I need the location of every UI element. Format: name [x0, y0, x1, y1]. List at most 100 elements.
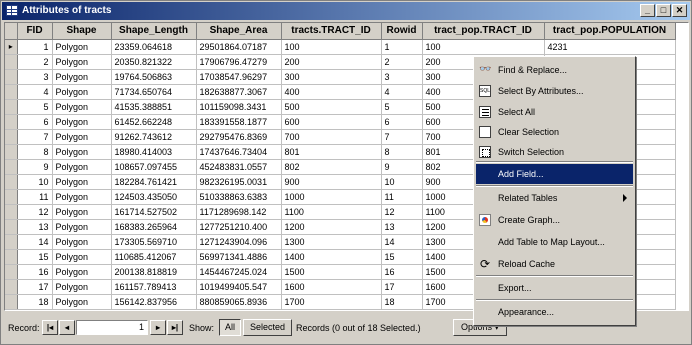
first-record-button[interactable]: |◂: [42, 320, 58, 335]
table-cell[interactable]: Polygon: [52, 249, 112, 265]
table-cell[interactable]: 801: [281, 144, 382, 160]
table-cell[interactable]: 161157.789413: [111, 279, 197, 295]
table-cell[interactable]: 41535.388851: [111, 99, 197, 115]
table-cell[interactable]: 900: [281, 174, 382, 190]
table-cell[interactable]: 3: [381, 69, 423, 85]
menu-item-create-graph[interactable]: Create Graph...: [476, 210, 633, 230]
table-cell[interactable]: 292795476.8369: [196, 129, 282, 145]
table-cell[interactable]: 161714.527502: [111, 204, 197, 220]
row-selector[interactable]: [5, 144, 18, 160]
table-cell[interactable]: 880859065.8936: [196, 294, 282, 310]
table-cell[interactable]: 9: [17, 159, 53, 175]
table-cell[interactable]: 17906796.47279: [196, 54, 282, 70]
table-cell[interactable]: 71734.650764: [111, 84, 197, 100]
table-cell[interactable]: 1700: [281, 294, 382, 310]
row-selector[interactable]: ▸: [5, 39, 18, 55]
table-cell[interactable]: 6: [381, 114, 423, 130]
table-cell[interactable]: 7: [17, 129, 53, 145]
table-cell[interactable]: Polygon: [52, 159, 112, 175]
table-cell[interactable]: 200138.818819: [111, 264, 197, 280]
table-cell[interactable]: 600: [281, 114, 382, 130]
table-cell[interactable]: 18980.414003: [111, 144, 197, 160]
column-header-tracts-tract-id[interactable]: tracts.TRACT_ID: [281, 23, 382, 40]
table-cell[interactable]: 182638877.3067: [196, 84, 282, 100]
table-cell[interactable]: 29501864.07187: [196, 39, 282, 55]
table-cell[interactable]: 500: [281, 99, 382, 115]
table-cell[interactable]: 2: [381, 54, 423, 70]
menu-item-clear-selection[interactable]: Clear Selection: [476, 122, 633, 142]
row-selector[interactable]: [5, 84, 18, 100]
table-cell[interactable]: 15: [381, 249, 423, 265]
table-cell[interactable]: Polygon: [52, 99, 112, 115]
table-cell[interactable]: 4: [17, 84, 53, 100]
table-cell[interactable]: 14: [381, 234, 423, 250]
table-cell[interactable]: 1: [17, 39, 53, 55]
title-bar[interactable]: Attributes of tracts _ □ ✕: [2, 2, 690, 20]
row-selector[interactable]: [5, 99, 18, 115]
minimize-button[interactable]: _: [640, 4, 655, 17]
row-selector[interactable]: [5, 69, 18, 85]
table-cell[interactable]: Polygon: [52, 114, 112, 130]
table-cell[interactable]: 91262.743612: [111, 129, 197, 145]
table-row[interactable]: ▸ 1 Polygon 23359.064618 29501864.07187 100 1 1…: [5, 39, 676, 55]
table-cell[interactable]: 13: [381, 219, 423, 235]
column-header-shape-area[interactable]: Shape_Area: [196, 23, 282, 40]
table-cell[interactable]: 1600: [281, 279, 382, 295]
table-cell[interactable]: 4231: [544, 39, 676, 55]
table-cell[interactable]: 7: [381, 129, 423, 145]
table-cell[interactable]: 700: [281, 129, 382, 145]
table-cell[interactable]: 108657.097455: [111, 159, 197, 175]
table-cell[interactable]: 156142.837956: [111, 294, 197, 310]
record-number-input[interactable]: 1: [76, 320, 148, 335]
menu-item-select-by-attributes[interactable]: SQL Select By Attributes...: [476, 81, 633, 101]
table-cell[interactable]: Polygon: [52, 279, 112, 295]
table-cell[interactable]: 17: [17, 279, 53, 295]
row-selector[interactable]: [5, 234, 18, 250]
row-selector[interactable]: [5, 204, 18, 220]
row-selector[interactable]: [5, 264, 18, 280]
menu-item-find-replace[interactable]: 👓 Find & Replace...: [476, 60, 633, 80]
table-cell[interactable]: Polygon: [52, 174, 112, 190]
table-cell[interactable]: 300: [281, 69, 382, 85]
table-cell[interactable]: 452483831.0557: [196, 159, 282, 175]
table-cell[interactable]: Polygon: [52, 234, 112, 250]
table-cell[interactable]: 23359.064618: [111, 39, 197, 55]
row-selector[interactable]: [5, 279, 18, 295]
table-cell[interactable]: 10: [381, 174, 423, 190]
row-selector[interactable]: [5, 219, 18, 235]
row-selector[interactable]: [5, 174, 18, 190]
column-header-shape-length[interactable]: Shape_Length: [111, 23, 197, 40]
table-cell[interactable]: 19764.506863: [111, 69, 197, 85]
table-cell[interactable]: 1100: [281, 204, 382, 220]
table-cell[interactable]: 3: [17, 69, 53, 85]
table-cell[interactable]: 1019499405.547: [196, 279, 282, 295]
table-cell[interactable]: 5: [17, 99, 53, 115]
table-cell[interactable]: 1171289698.142: [196, 204, 282, 220]
table-cell[interactable]: 12: [17, 204, 53, 220]
row-selector[interactable]: [5, 294, 18, 310]
table-cell[interactable]: 17437646.73404: [196, 144, 282, 160]
table-cell[interactable]: 1000: [281, 189, 382, 205]
table-cell[interactable]: 1200: [281, 219, 382, 235]
table-cell[interactable]: 9: [381, 159, 423, 175]
table-cell[interactable]: 200: [281, 54, 382, 70]
column-header-tract-pop-population[interactable]: tract_pop.POPULATION: [544, 23, 676, 40]
menu-item-add-table-to-map-layout[interactable]: Add Table to Map Layout...: [476, 232, 633, 252]
table-cell[interactable]: 11: [381, 189, 423, 205]
last-record-button[interactable]: ▸|: [167, 320, 183, 335]
table-cell[interactable]: 2: [17, 54, 53, 70]
table-cell[interactable]: 168383.265964: [111, 219, 197, 235]
table-cell[interactable]: 16: [17, 264, 53, 280]
table-cell[interactable]: 15: [17, 249, 53, 265]
table-cell[interactable]: 1500: [281, 264, 382, 280]
table-cell[interactable]: Polygon: [52, 264, 112, 280]
table-cell[interactable]: 510338863.6383: [196, 189, 282, 205]
menu-item-appearance[interactable]: Appearance...: [476, 302, 633, 322]
table-cell[interactable]: 110685.412067: [111, 249, 197, 265]
table-cell[interactable]: Polygon: [52, 189, 112, 205]
table-cell[interactable]: 17038547.96297: [196, 69, 282, 85]
column-header-fid[interactable]: FID: [17, 23, 53, 40]
table-cell[interactable]: Polygon: [52, 129, 112, 145]
table-cell[interactable]: 982326195.0031: [196, 174, 282, 190]
close-button[interactable]: ✕: [672, 4, 687, 17]
